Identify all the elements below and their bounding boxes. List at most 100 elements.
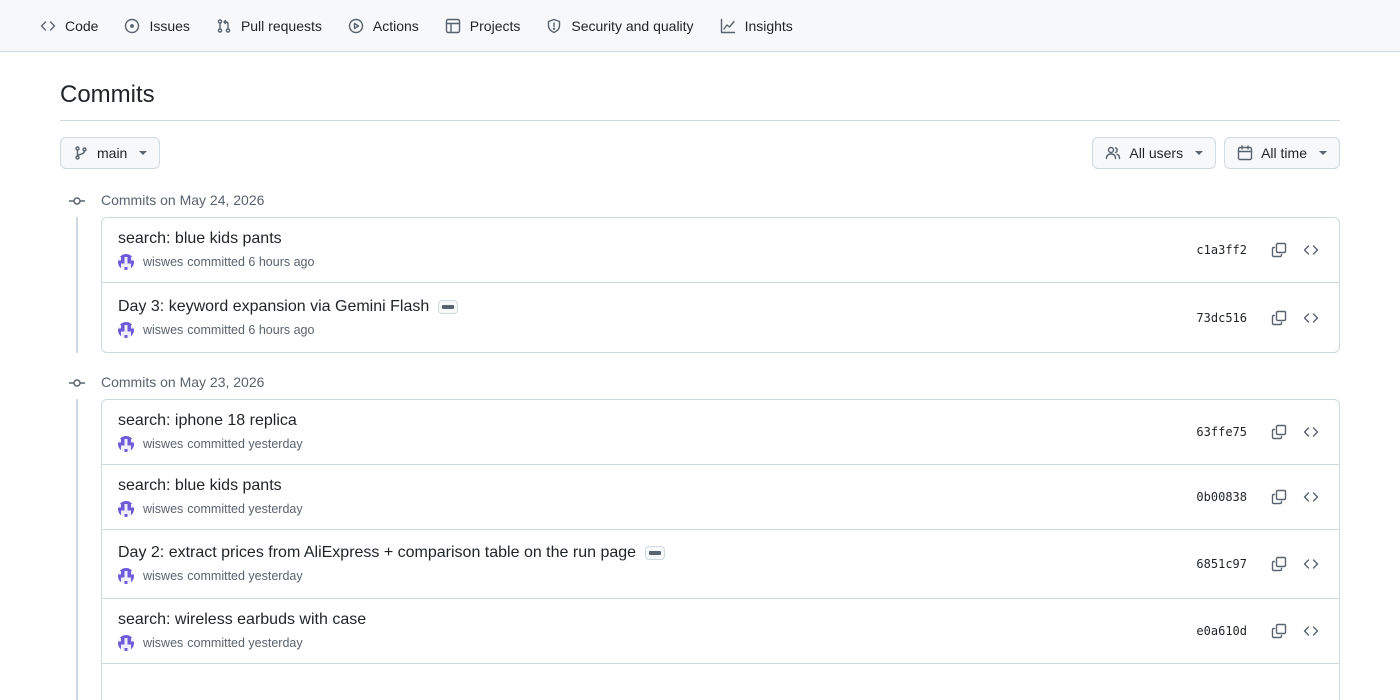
tab-insights[interactable]: Insights xyxy=(712,8,801,44)
commit-message-link[interactable]: search: iphone 18 replica xyxy=(118,412,297,430)
copy-sha-button[interactable] xyxy=(1267,306,1291,330)
copy-icon xyxy=(1271,424,1287,440)
code-icon xyxy=(1303,626,1319,636)
time-filter-button[interactable]: All time xyxy=(1224,137,1340,169)
commit-time: committed yesterday xyxy=(187,502,303,516)
commit-time: committed yesterday xyxy=(187,636,303,650)
expand-message-button[interactable] xyxy=(645,546,666,560)
tab-pull-requests-label: Pull requests xyxy=(240,17,322,34)
page-title: Commits xyxy=(60,80,1340,121)
commit-message-link[interactable]: search: wireless earbuds with case xyxy=(118,611,366,629)
commit-day-header: Commits on May 24, 2026 xyxy=(60,183,1340,217)
code-icon xyxy=(1303,492,1319,502)
expand-message-button[interactable] xyxy=(438,299,459,314)
caret-down-icon xyxy=(1319,151,1327,155)
git-pull-request-icon xyxy=(217,18,231,33)
avatar[interactable] xyxy=(118,254,134,270)
table-icon xyxy=(445,18,460,33)
commit-time: committed yesterday xyxy=(187,569,303,583)
browse-repo-button[interactable] xyxy=(1299,420,1323,444)
browse-repo-button[interactable] xyxy=(1299,619,1323,643)
copy-sha-button[interactable] xyxy=(1267,619,1291,643)
commit-author-link[interactable]: wiswes xyxy=(143,255,183,269)
commit-row xyxy=(102,664,1339,700)
browse-repo-button[interactable] xyxy=(1299,552,1323,576)
tab-security[interactable]: Security and quality xyxy=(538,8,701,44)
commit-list: search: blue kids pants wiswes committed… xyxy=(101,217,1340,353)
copy-sha-button[interactable] xyxy=(1267,485,1291,509)
copy-sha-button[interactable] xyxy=(1267,552,1291,576)
tab-actions-label: Actions xyxy=(372,17,419,34)
timeline-line xyxy=(76,217,78,353)
copy-sha-button[interactable] xyxy=(1267,420,1291,444)
code-icon xyxy=(40,20,56,31)
tab-code-label: Code xyxy=(65,17,99,34)
browse-repo-button[interactable] xyxy=(1299,238,1323,262)
play-icon xyxy=(348,18,364,33)
commit-sha-link[interactable]: 6851c97 xyxy=(1196,557,1247,571)
calendar-icon xyxy=(1237,145,1253,161)
git-branch-icon xyxy=(75,146,87,160)
commit-sha-link[interactable]: 73dc516 xyxy=(1196,311,1247,325)
avatar[interactable] xyxy=(118,568,134,584)
commit-row: Day 3: keyword expansion via Gemini Flas… xyxy=(102,283,1339,352)
browse-repo-button[interactable] xyxy=(1299,306,1323,330)
ellipsis-icon xyxy=(649,551,662,555)
tab-issues[interactable]: Issues xyxy=(116,8,197,44)
users-filter-label: All users xyxy=(1129,145,1184,161)
copy-icon xyxy=(1271,489,1287,505)
commit-message-link[interactable]: Day 2: extract prices from AliExpress + … xyxy=(118,544,636,562)
commit-time: committed yesterday xyxy=(187,437,303,451)
code-icon xyxy=(1303,427,1319,437)
tab-issues-label: Issues xyxy=(149,17,190,34)
commit-author-link[interactable]: wiswes xyxy=(143,569,183,583)
commits-toolbar: main All users All time xyxy=(60,137,1340,169)
commit-sha-link[interactable]: 63ffe75 xyxy=(1196,425,1247,439)
tab-projects-label: Projects xyxy=(469,17,521,34)
copy-icon xyxy=(1271,242,1287,258)
tab-actions[interactable]: Actions xyxy=(340,8,427,44)
commit-row: Day 2: extract prices from AliExpress + … xyxy=(102,530,1339,599)
browse-repo-button[interactable] xyxy=(1299,485,1323,509)
users-filter-button[interactable]: All users xyxy=(1092,137,1217,169)
commit-time: committed 6 hours ago xyxy=(187,255,315,269)
commit-day-header: Commits on May 23, 2026 xyxy=(60,365,1340,399)
commit-author-link[interactable]: wiswes xyxy=(143,437,183,451)
tab-pull-requests[interactable]: Pull requests xyxy=(208,8,330,44)
commit-sha-link[interactable]: e0a610d xyxy=(1196,624,1247,638)
commit-author-link[interactable]: wiswes xyxy=(143,636,183,650)
graph-icon xyxy=(720,18,735,33)
avatar[interactable] xyxy=(118,501,134,517)
caret-down-icon xyxy=(1195,151,1204,155)
avatar[interactable] xyxy=(118,321,134,338)
timeline-line xyxy=(76,399,78,700)
commit-time: committed 6 hours ago xyxy=(187,322,315,337)
commit-author-link[interactable]: wiswes xyxy=(143,502,183,516)
copy-sha-button[interactable] xyxy=(1267,238,1291,262)
code-icon xyxy=(1303,245,1319,255)
git-commit-icon xyxy=(69,375,85,391)
main-content: Commits main All users All time Commits … xyxy=(0,52,1400,700)
commit-author-link[interactable]: wiswes xyxy=(143,323,183,337)
commit-message-link[interactable]: search: blue kids pants xyxy=(118,477,282,495)
code-icon xyxy=(1303,559,1319,569)
copy-icon xyxy=(1271,556,1287,572)
branch-selector[interactable]: main xyxy=(60,137,161,169)
commit-day-group: Commits on May 24, 2026 search: blue kid… xyxy=(60,183,1340,353)
tab-code[interactable]: Code xyxy=(32,8,106,44)
commit-sha-link[interactable]: 0b00838 xyxy=(1196,490,1247,504)
tab-security-label: Security and quality xyxy=(571,17,694,34)
tab-projects[interactable]: Projects xyxy=(437,8,529,44)
time-filter-label: All time xyxy=(1261,145,1307,161)
branch-name: main xyxy=(97,145,128,161)
commit-row: search: iphone 18 replica wiswes committ… xyxy=(102,400,1339,465)
commit-message-link[interactable]: search: blue kids pants xyxy=(118,230,282,248)
commit-message-link[interactable]: Day 3: keyword expansion via Gemini Flas… xyxy=(118,298,429,316)
commit-row: search: blue kids pants wiswes committed… xyxy=(102,218,1339,283)
avatar[interactable] xyxy=(118,436,134,452)
commit-day-group: Commits on May 23, 2026 search: iphone 1… xyxy=(60,365,1340,700)
repo-nav: Code Issues Pull requests Actions Projec… xyxy=(0,0,1400,52)
git-commit-icon xyxy=(69,193,85,209)
avatar[interactable] xyxy=(118,635,134,651)
commit-sha-link[interactable]: c1a3ff2 xyxy=(1196,243,1247,257)
